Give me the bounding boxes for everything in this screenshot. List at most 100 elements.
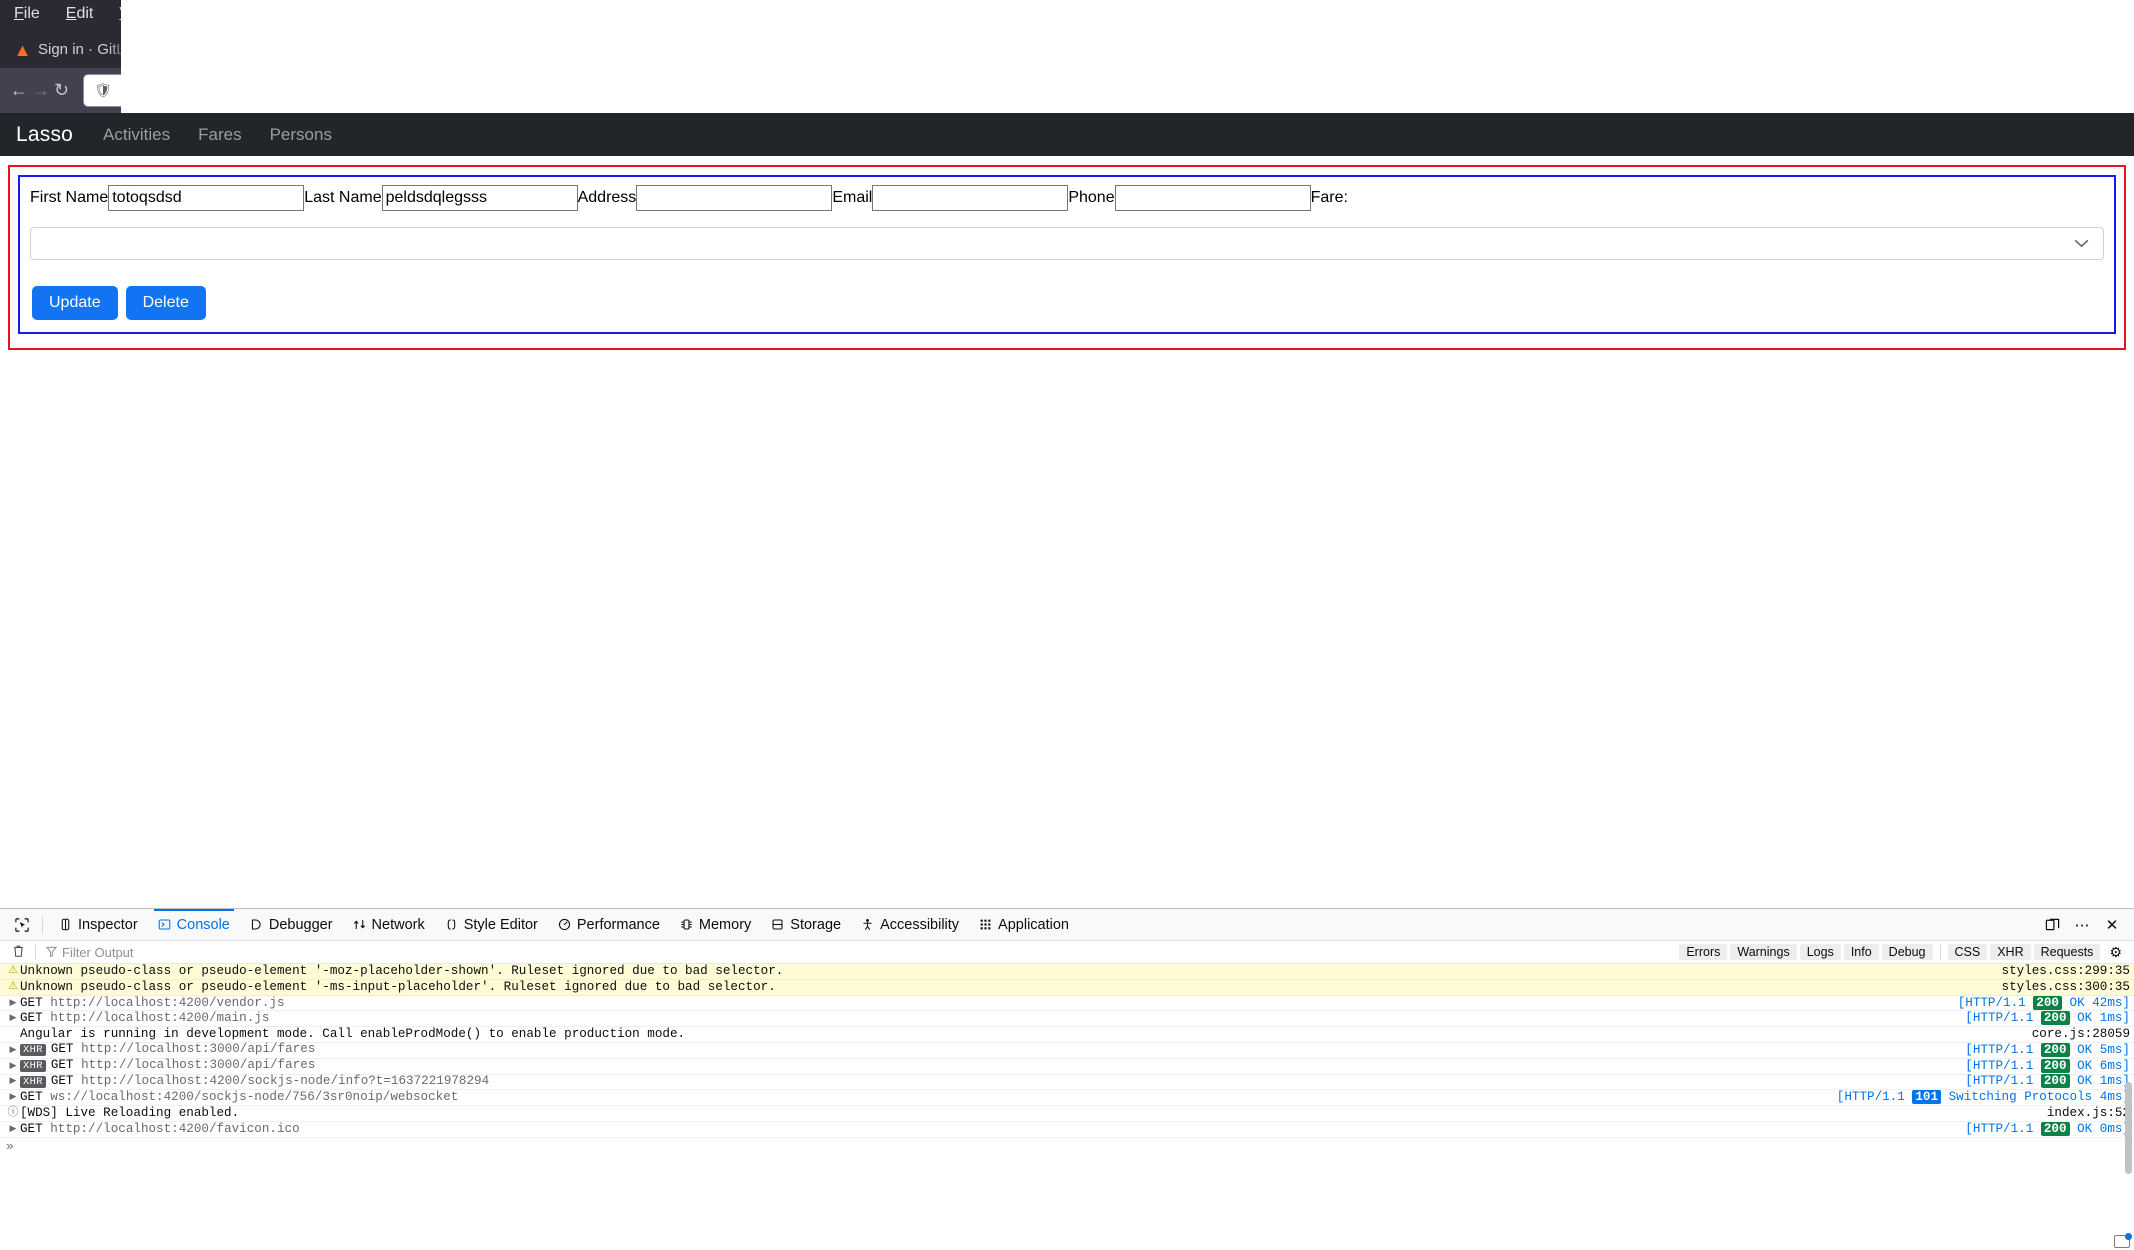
request-url: http://localhost:4200/main.js (50, 1011, 269, 1025)
close-devtools-icon[interactable]: ✕ (2098, 913, 2126, 937)
console-input-prompt[interactable]: » (0, 1138, 2134, 1156)
filter-output-input[interactable]: Filter Output (40, 945, 134, 960)
expand-arrow-icon[interactable]: ▶ (6, 996, 20, 1011)
http-method: GET (51, 1042, 74, 1056)
filter-button-debug[interactable]: Debug (1882, 944, 1933, 960)
reload-icon[interactable]: ↻ (54, 74, 69, 108)
form-fields-row: First NameLast NameAddressEmailPhoneFare… (30, 185, 2104, 211)
console-message-text: Unknown pseudo-class or pseudo-element '… (20, 980, 1992, 995)
devtools-tab-debugger[interactable]: Debugger (240, 909, 343, 940)
console-scroll-thumb[interactable] (2125, 1082, 2132, 1174)
xhr-badge: XHR (20, 1044, 46, 1056)
menu-file[interactable]: File (14, 5, 40, 23)
console-message[interactable]: ⚠Unknown pseudo-class or pseudo-element … (0, 964, 2134, 980)
form-outer-outline: First NameLast NameAddressEmailPhoneFare… (8, 165, 2126, 350)
first-name-input[interactable] (108, 185, 304, 211)
console-output[interactable]: ⚠Unknown pseudo-class or pseudo-element … (0, 964, 2134, 1250)
console-message[interactable]: ▶XHRGET http://localhost:4200/sockjs-nod… (0, 1075, 2134, 1091)
phone-input[interactable] (1115, 185, 1311, 211)
network-status: [HTTP/1.1 200 OK 1ms] (1955, 1011, 2130, 1026)
app-brand[interactable]: Lasso (8, 123, 89, 147)
email-label: Email (832, 189, 872, 207)
console-filter-bar: Filter Output ErrorsWarningsLogsInfoDebu… (0, 941, 2134, 964)
element-picker-icon[interactable] (8, 913, 36, 937)
status-code: 200 (2041, 1043, 2070, 1057)
devtools-right-buttons: ⋯ ✕ (2038, 913, 2126, 937)
console-message[interactable]: ▶GET http://localhost:4200/main.js[HTTP/… (0, 1011, 2134, 1027)
clear-console-icon[interactable] (6, 944, 31, 961)
filter-button-requests[interactable]: Requests (2034, 944, 2101, 960)
nav-link-fares[interactable]: Fares (184, 125, 255, 145)
filter-button-logs[interactable]: Logs (1800, 944, 1841, 960)
network-status: [HTTP/1.1 101 Switching Protocols 4ms] (1827, 1090, 2130, 1105)
expand-arrow-icon[interactable]: ▶ (6, 1059, 20, 1074)
split-console-icon[interactable] (2038, 913, 2066, 937)
devtools-tab-console[interactable]: Console (148, 909, 240, 940)
filter-button-info[interactable]: Info (1844, 944, 1879, 960)
filter-button-warnings[interactable]: Warnings (1730, 944, 1796, 960)
back-icon[interactable]: ← (10, 74, 28, 108)
style-editor-icon (445, 918, 458, 931)
console-settings-gear-icon[interactable]: ⚙ (2103, 944, 2126, 961)
devtools-tab-network[interactable]: Network (343, 909, 435, 940)
update-button[interactable]: Update (32, 286, 118, 320)
nav-link-activities[interactable]: Activities (89, 125, 184, 145)
console-scrollbar[interactable] (2125, 964, 2133, 1250)
console-message[interactable]: ▶XHRGET http://localhost:3000/api/fares[… (0, 1043, 2134, 1059)
inspector-icon (59, 918, 72, 931)
devtools-tab-inspector[interactable]: Inspector (49, 909, 148, 940)
email-input[interactable] (872, 185, 1068, 211)
expand-arrow-icon[interactable]: ▶ (6, 1074, 20, 1089)
first-name-label: First Name (30, 189, 108, 207)
source-link[interactable]: index.js:52 (2037, 1106, 2130, 1121)
devtools-tab-storage[interactable]: Storage (761, 909, 851, 940)
console-message-text: XHRGET http://localhost:3000/api/fares (20, 1058, 1955, 1074)
devtools-tab-performance[interactable]: Performance (548, 909, 670, 940)
responsive-mode-indicator-icon[interactable] (2114, 1235, 2130, 1248)
console-message[interactable]: ⓘ[WDS] Live Reloading enabled.index.js:5… (0, 1106, 2134, 1122)
expand-arrow-icon[interactable]: ▶ (6, 1122, 20, 1137)
url-bar[interactable]: 🛡 🗎 localhost:4200/edit-person?id=2&last… (83, 74, 2134, 107)
console-message[interactable]: Angular is running in development mode. … (0, 1027, 2134, 1043)
delete-button[interactable]: Delete (126, 286, 206, 320)
source-link[interactable]: styles.css:299:35 (1992, 964, 2130, 979)
menu-edit[interactable]: Edit (66, 5, 94, 23)
forward-icon[interactable]: → (32, 74, 50, 108)
source-link[interactable]: core.js:28059 (2022, 1027, 2130, 1042)
status-code: 200 (2041, 1011, 2070, 1025)
console-message[interactable]: ⚠Unknown pseudo-class or pseudo-element … (0, 980, 2134, 996)
devtools-tab-application[interactable]: Application (969, 909, 1079, 940)
devtools-tab-accessibility[interactable]: Accessibility (851, 909, 969, 940)
expand-arrow-icon[interactable]: ▶ (6, 1011, 20, 1026)
filter-button-xhr[interactable]: XHR (1990, 944, 2030, 960)
console-message[interactable]: ▶GET ws://localhost:4200/sockjs-node/756… (0, 1090, 2134, 1106)
nav-link-persons[interactable]: Persons (256, 125, 346, 145)
console-message-text: XHR GET http://localhost:3000/api/fares (20, 1042, 1955, 1058)
devtools-tab-style-editor[interactable]: Style Editor (435, 909, 548, 940)
debugger-icon (250, 918, 263, 931)
expand-arrow-icon[interactable]: ▶ (6, 1090, 20, 1105)
address-input[interactable] (636, 185, 832, 211)
devtools-tab-label: Accessibility (880, 917, 959, 933)
filter-button-css[interactable]: CSS (1948, 944, 1988, 960)
status-code: 200 (2033, 996, 2062, 1010)
filter-placeholder: Filter Output (62, 945, 134, 960)
http-method: GET (51, 1058, 74, 1072)
meatball-menu-icon[interactable]: ⋯ (2068, 913, 2096, 937)
request-url: http://localhost:3000/api/fares (81, 1042, 315, 1056)
last-name-input[interactable] (382, 185, 578, 211)
filter-button-errors[interactable]: Errors (1679, 944, 1727, 960)
console-message[interactable]: ▶XHRGET http://localhost:3000/api/fares[… (0, 1059, 2134, 1075)
console-message-text: Angular is running in development mode. … (20, 1027, 2022, 1042)
phone-label: Phone (1068, 189, 1114, 207)
devtools-tab-label: Memory (699, 917, 751, 933)
message-body: [WDS] Live Reloading enabled. (20, 1106, 239, 1120)
devtools-tab-memory[interactable]: Memory (670, 909, 761, 940)
devtools-tab-label: Performance (577, 917, 660, 933)
expand-arrow-icon[interactable]: ▶ (6, 1043, 20, 1058)
source-link[interactable]: styles.css:300:35 (1992, 980, 2130, 995)
fare-select[interactable] (30, 227, 2104, 260)
console-message[interactable]: ▶GET http://localhost:4200/vendor.js[HTT… (0, 996, 2134, 1012)
console-message[interactable]: ▶GET http://localhost:4200/favicon.ico[H… (0, 1122, 2134, 1138)
console-message-text: GET http://localhost:4200/favicon.ico (20, 1122, 1955, 1137)
